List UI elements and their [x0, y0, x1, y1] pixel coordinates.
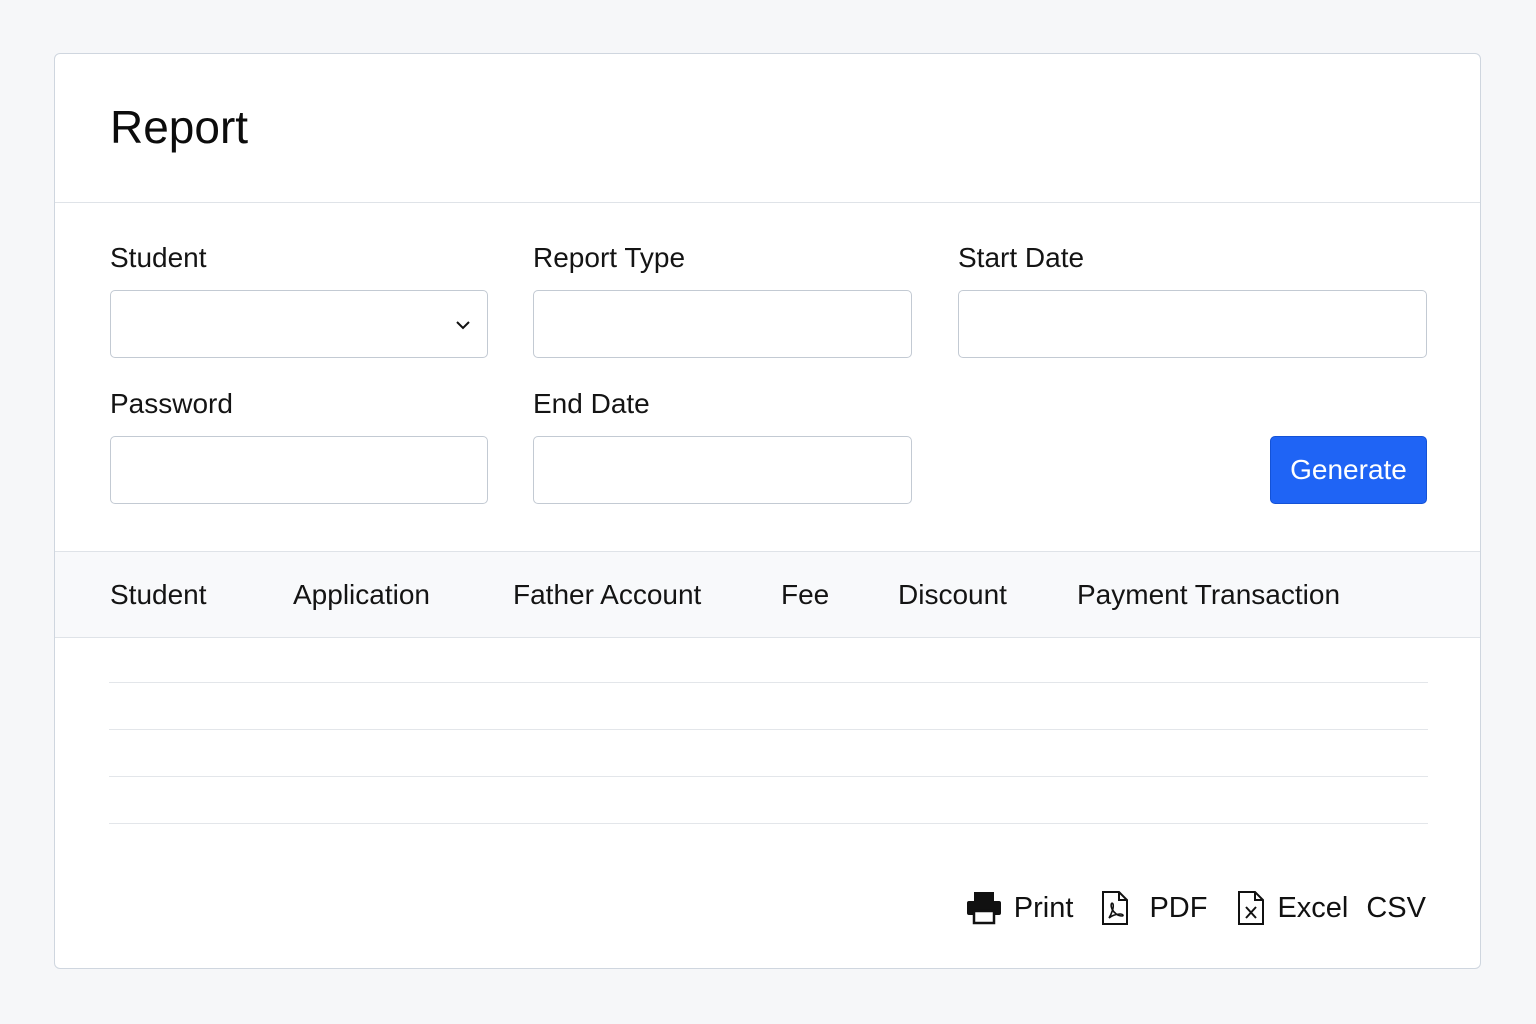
password-input[interactable] [111, 437, 487, 503]
print-button[interactable]: Print [966, 891, 1074, 925]
chevron-down-icon [456, 321, 470, 330]
header-divider [55, 202, 1480, 203]
column-header-student[interactable]: Student [110, 581, 207, 609]
excel-label: Excel [1277, 891, 1349, 924]
column-header-application[interactable]: Application [293, 581, 430, 609]
csv-label: CSV [1366, 891, 1426, 924]
start-date-field[interactable] [958, 290, 1427, 358]
print-label: Print [1013, 891, 1074, 924]
page-title: Report [110, 101, 249, 153]
table-row-divider [109, 823, 1428, 824]
password-field[interactable] [110, 436, 488, 504]
password-label: Password [110, 388, 233, 419]
csv-button[interactable]: CSV [1366, 892, 1426, 925]
printer-icon [966, 892, 1001, 925]
table-row-divider [109, 682, 1428, 683]
report-type-label: Report Type [533, 242, 686, 273]
table-row-divider [109, 776, 1428, 777]
column-header-fee[interactable]: Fee [781, 581, 829, 609]
end-date-input[interactable] [534, 437, 911, 503]
generate-button[interactable]: Generate [1270, 436, 1427, 504]
excel-file-icon [1238, 891, 1265, 925]
pdf-label: PDF [1149, 891, 1208, 924]
start-date-input[interactable] [959, 291, 1426, 357]
table-row-divider [109, 729, 1428, 730]
excel-button[interactable]: Excel [1237, 891, 1348, 925]
report-type-input[interactable] [534, 291, 911, 357]
pdf-button[interactable]: PDF [1101, 891, 1207, 925]
column-header-discount[interactable]: Discount [898, 581, 1007, 609]
end-date-field[interactable] [533, 436, 912, 504]
student-select[interactable] [110, 290, 488, 358]
pdf-file-icon [1102, 891, 1129, 925]
table-header: Student Application Father Account Fee D… [55, 551, 1480, 638]
end-date-label: End Date [533, 388, 650, 419]
column-header-payment-transaction[interactable]: Payment Transaction [1077, 581, 1340, 609]
report-card: Report Student Report Type Start Date Pa… [54, 53, 1481, 969]
student-label: Student [110, 242, 207, 273]
export-actions: Print PDF Excel CSV [966, 890, 1426, 926]
start-date-label: Start Date [958, 242, 1085, 273]
report-type-field[interactable] [533, 290, 912, 358]
column-header-father-account[interactable]: Father Account [513, 581, 701, 609]
